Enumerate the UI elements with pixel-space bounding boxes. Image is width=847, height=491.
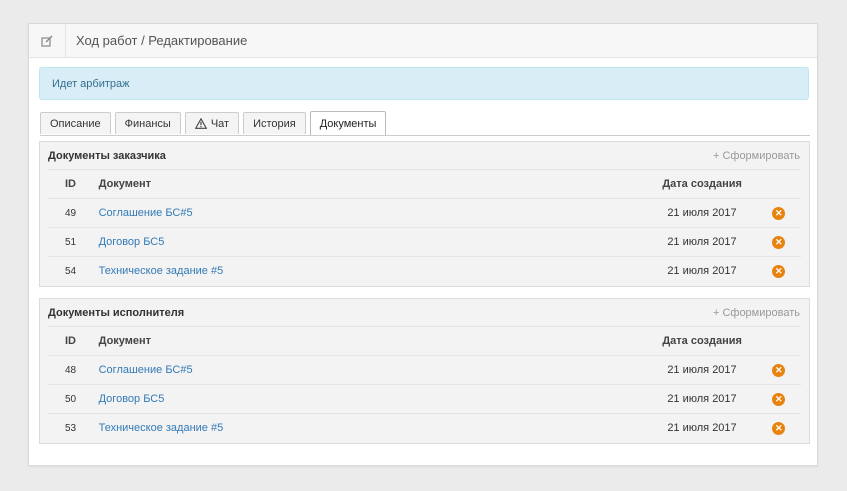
- tab-bar: Описание Финансы Чат История Документы: [40, 111, 810, 136]
- alert-text: Идет арбитраж: [52, 77, 130, 90]
- column-header-id: ID: [48, 326, 98, 356]
- section-title: Документы исполнителя: [48, 306, 185, 319]
- generate-document-link[interactable]: + Сформировать: [713, 307, 800, 319]
- table-row: 54 Техническое задание #5 21 июля 2017 ✕: [48, 256, 801, 285]
- customer-documents-section: Документы заказчика + Сформировать ID До…: [39, 141, 810, 287]
- section-header: Документы исполнителя + Сформировать: [40, 299, 809, 326]
- table-row: 49 Соглашение БС#5 21 июля 2017 ✕: [48, 198, 801, 228]
- tab-chat[interactable]: Чат: [184, 112, 240, 134]
- tab-label: Чат: [210, 117, 230, 130]
- column-header-actions: [771, 169, 801, 199]
- main-panel: Ход работ / Редактирование Идет арбитраж…: [28, 23, 818, 466]
- column-header-document: Документ: [97, 169, 662, 199]
- edit-icon: [29, 24, 66, 57]
- documents-table: ID Документ Дата создания 49 Соглашение …: [48, 169, 801, 285]
- document-date: 21 июля 2017: [661, 355, 772, 385]
- document-date: 21 июля 2017: [661, 227, 772, 257]
- tab-label: Описание: [50, 117, 101, 130]
- table-row: 48 Соглашение БС#5 21 июля 2017 ✕: [48, 355, 801, 385]
- tab-label: Финансы: [124, 117, 171, 130]
- table-row: 50 Договор БС5 21 июля 2017 ✕: [48, 384, 801, 414]
- panel-header: Ход работ / Редактирование: [29, 24, 817, 58]
- column-header-actions: [771, 326, 801, 356]
- document-link[interactable]: Договор БС5: [99, 393, 165, 405]
- tab-documents[interactable]: Документы: [309, 111, 387, 135]
- delete-icon[interactable]: ✕: [772, 392, 786, 406]
- delete-icon[interactable]: ✕: [772, 421, 786, 435]
- document-id: 51: [48, 227, 98, 257]
- document-link[interactable]: Соглашение БС#5: [99, 207, 193, 219]
- tab-finance[interactable]: Финансы: [114, 112, 181, 134]
- document-date: 21 июля 2017: [661, 198, 772, 228]
- document-link[interactable]: Соглашение БС#5: [99, 364, 193, 376]
- document-id: 54: [48, 256, 98, 285]
- table-header-row: ID Документ Дата создания: [48, 326, 801, 356]
- section-title: Документы заказчика: [48, 149, 166, 162]
- delete-icon[interactable]: ✕: [772, 363, 786, 377]
- document-id: 50: [48, 384, 98, 414]
- column-header-date: Дата создания: [661, 326, 772, 356]
- tab-label: Документы: [319, 117, 377, 130]
- document-id: 49: [48, 198, 98, 228]
- contractor-documents-section: Документы исполнителя + Сформировать ID …: [39, 298, 810, 444]
- page-title: Ход работ / Редактирование: [76, 33, 248, 48]
- document-date: 21 июля 2017: [661, 256, 772, 285]
- table-row: 51 Договор БС5 21 июля 2017 ✕: [48, 227, 801, 257]
- tab-label: История: [253, 117, 296, 130]
- document-date: 21 июля 2017: [661, 384, 772, 414]
- document-id: 53: [48, 413, 98, 442]
- delete-icon[interactable]: ✕: [772, 206, 786, 220]
- column-header-id: ID: [48, 169, 98, 199]
- document-id: 48: [48, 355, 98, 385]
- document-link[interactable]: Техническое задание #5: [99, 265, 224, 277]
- delete-icon[interactable]: ✕: [772, 264, 786, 278]
- delete-icon[interactable]: ✕: [772, 235, 786, 249]
- table-row: 53 Техническое задание #5 21 июля 2017 ✕: [48, 413, 801, 442]
- generate-document-link[interactable]: + Сформировать: [713, 150, 800, 162]
- tab-description[interactable]: Описание: [40, 112, 111, 134]
- arbitration-alert: Идет арбитраж: [39, 67, 809, 100]
- column-header-document: Документ: [97, 326, 662, 356]
- tab-history[interactable]: История: [243, 112, 306, 134]
- table-header-row: ID Документ Дата создания: [48, 169, 801, 199]
- documents-table: ID Документ Дата создания 48 Соглашение …: [48, 326, 801, 442]
- warning-icon: [194, 118, 207, 129]
- section-header: Документы заказчика + Сформировать: [40, 142, 809, 169]
- document-link[interactable]: Техническое задание #5: [99, 422, 224, 434]
- document-date: 21 июля 2017: [661, 413, 772, 442]
- document-link[interactable]: Договор БС5: [99, 236, 165, 248]
- column-header-date: Дата создания: [661, 169, 772, 199]
